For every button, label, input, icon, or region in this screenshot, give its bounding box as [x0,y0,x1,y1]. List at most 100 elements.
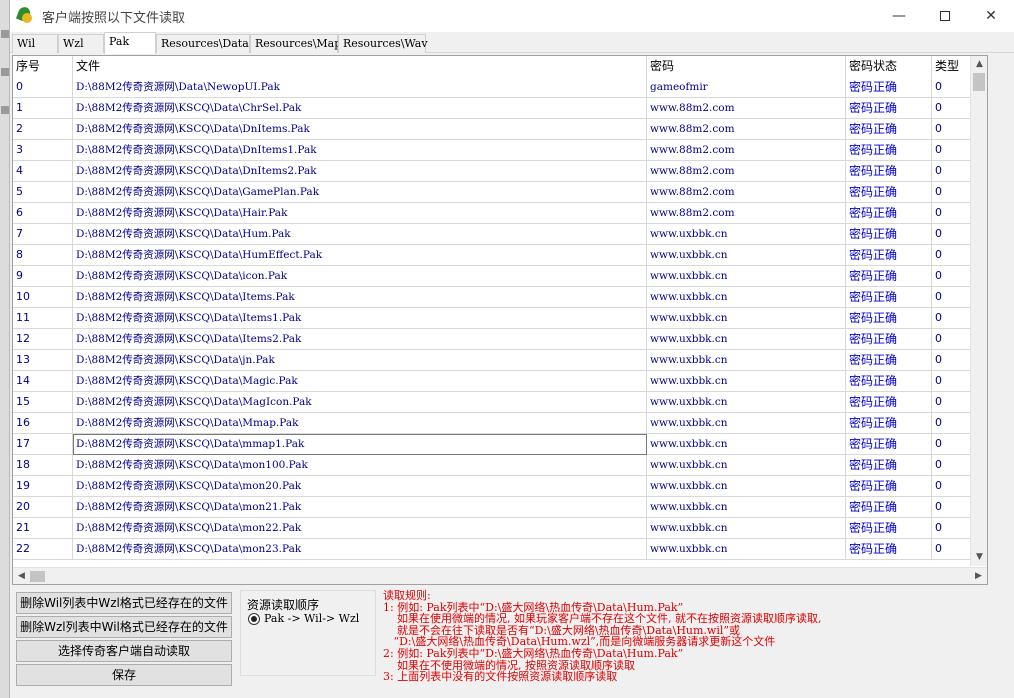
read-order-option[interactable]: Pak -> Wil-> Wzl [248,612,359,625]
row-password[interactable]: www.88m2.com [647,119,846,140]
row-index[interactable]: 9 [13,266,73,287]
scroll-up-icon[interactable]: ▲ [971,56,987,73]
row-password[interactable]: gameofmir [647,77,846,98]
row-password[interactable]: www.uxbbk.cn [647,434,846,455]
row-password-status[interactable]: 密码正确 [846,308,932,329]
row-index[interactable]: 17 [13,434,73,455]
row-password-status[interactable]: 密码正确 [846,455,932,476]
choose-client-button[interactable]: 选择传奇客户端自动读取 [16,640,232,662]
row-password-status[interactable]: 密码正确 [846,392,932,413]
pak-file-table[interactable]: 序号 文件 密码 密码状态 类型 0 D:\88M2传奇资源网\Data\Newo… [12,55,988,585]
row-password[interactable]: www.uxbbk.cn [647,539,846,560]
table-row[interactable]: 15 D:\88M2传奇资源网\KSCQ\Data\MagIcon.Pak www.… [13,392,985,413]
row-index[interactable]: 10 [13,287,73,308]
row-password-status[interactable]: 密码正确 [846,224,932,245]
row-password-status[interactable]: 密码正确 [846,98,932,119]
scroll-down-icon[interactable]: ▼ [971,549,987,566]
row-password-status[interactable]: 密码正确 [846,266,932,287]
row-password[interactable]: www.uxbbk.cn [647,413,846,434]
table-row[interactable]: 14 D:\88M2传奇资源网\KSCQ\Data\Magic.Pak www.ux… [13,371,985,392]
row-index[interactable]: 8 [13,245,73,266]
row-index[interactable]: 6 [13,203,73,224]
row-password-status[interactable]: 密码正确 [846,413,932,434]
radio-selected-icon[interactable] [248,612,260,625]
table-row[interactable]: 0 D:\88M2传奇资源网\Data\NewopUI.Pak gameofmir 密… [13,77,985,98]
header-file[interactable]: 文件 [73,56,647,77]
row-password-status[interactable]: 密码正确 [846,161,932,182]
row-password-status[interactable]: 密码正确 [846,119,932,140]
row-password[interactable]: www.uxbbk.cn [647,392,846,413]
table-row[interactable]: 20 D:\88M2传奇资源网\KSCQ\Data\mon21.Pak www.ux… [13,497,985,518]
row-file[interactable]: D:\88M2传奇资源网\KSCQ\Data\ChrSel.Pak [73,98,647,119]
table-row[interactable]: 3 D:\88M2传奇资源网\KSCQ\Data\DnItems1.Pak www.… [13,140,985,161]
row-password-status[interactable]: 密码正确 [846,371,932,392]
row-password[interactable]: www.uxbbk.cn [647,245,846,266]
vertical-scrollbar[interactable]: ▲ ▼ [970,56,987,566]
table-row[interactable]: 11 D:\88M2传奇资源网\KSCQ\Data\Items1.Pak www.u… [13,308,985,329]
scroll-right-icon[interactable]: ▶ [970,568,987,584]
row-password-status[interactable]: 密码正确 [846,497,932,518]
row-index[interactable]: 15 [13,392,73,413]
row-password[interactable]: www.uxbbk.cn [647,266,846,287]
row-file[interactable]: D:\88M2传奇资源网\KSCQ\Data\mon21.Pak [73,497,647,518]
row-password[interactable]: www.uxbbk.cn [647,476,846,497]
row-password[interactable]: www.uxbbk.cn [647,224,846,245]
row-password[interactable]: www.88m2.com [647,182,846,203]
table-row[interactable]: 19 D:\88M2传奇资源网\KSCQ\Data\mon20.Pak www.ux… [13,476,985,497]
row-password[interactable]: www.88m2.com [647,98,846,119]
row-index[interactable]: 11 [13,308,73,329]
row-index[interactable]: 20 [13,497,73,518]
table-row[interactable]: 4 D:\88M2传奇资源网\KSCQ\Data\DnItems2.Pak www.… [13,161,985,182]
tab-wzl[interactable]: Wzl [58,34,104,53]
table-row[interactable]: 6 D:\88M2传奇资源网\KSCQ\Data\Hair.Pak www.88m2… [13,203,985,224]
row-index[interactable]: 5 [13,182,73,203]
row-password[interactable]: www.uxbbk.cn [647,371,846,392]
row-index[interactable]: 13 [13,350,73,371]
row-index[interactable]: 18 [13,455,73,476]
row-file[interactable]: D:\88M2传奇资源网\KSCQ\Data\Mmap.Pak [73,413,647,434]
maximize-button[interactable] [922,0,968,32]
row-password[interactable]: www.uxbbk.cn [647,350,846,371]
table-row[interactable]: 2 D:\88M2传奇资源网\KSCQ\Data\DnItems.Pak www.8… [13,119,985,140]
row-password-status[interactable]: 密码正确 [846,140,932,161]
row-password-status[interactable]: 密码正确 [846,245,932,266]
row-index[interactable]: 0 [13,77,73,98]
table-row[interactable]: 9 D:\88M2传奇资源网\KSCQ\Data\icon.Pak www.uxbb… [13,266,985,287]
table-row[interactable]: 5 D:\88M2传奇资源网\KSCQ\Data\GamePlan.Pak www.… [13,182,985,203]
row-index[interactable]: 1 [13,98,73,119]
table-row[interactable]: 12 D:\88M2传奇资源网\KSCQ\Data\Items2.Pak www.u… [13,329,985,350]
row-file[interactable]: D:\88M2传奇资源网\KSCQ\Data\mon23.Pak [73,539,647,560]
row-password-status[interactable]: 密码正确 [846,329,932,350]
tab-wil[interactable]: Wil [12,34,58,53]
row-password-status[interactable]: 密码正确 [846,539,932,560]
table-row[interactable]: 10 D:\88M2传奇资源网\KSCQ\Data\Items.Pak www.ux… [13,287,985,308]
header-password-status[interactable]: 密码状态 [846,56,932,77]
table-row[interactable]: 13 D:\88M2传奇资源网\KSCQ\Data\jn.Pak www.uxbbk… [13,350,985,371]
row-file[interactable]: D:\88M2传奇资源网\KSCQ\Data\Items2.Pak [73,329,647,350]
table-row[interactable]: 18 D:\88M2传奇资源网\KSCQ\Data\mon100.Pak www.u… [13,455,985,476]
row-index[interactable]: 19 [13,476,73,497]
row-file[interactable]: D:\88M2传奇资源网\KSCQ\Data\DnItems.Pak [73,119,647,140]
row-index[interactable]: 2 [13,119,73,140]
horizontal-scrollbar[interactable]: ◀ ▶ [13,567,987,584]
row-file[interactable]: D:\88M2传奇资源网\KSCQ\Data\mon22.Pak [73,518,647,539]
row-file[interactable]: D:\88M2传奇资源网\KSCQ\Data\mmap1.Pak [73,434,647,455]
minimize-button[interactable]: — [876,0,922,32]
row-file[interactable]: D:\88M2传奇资源网\KSCQ\Data\jn.Pak [73,350,647,371]
row-password[interactable]: www.uxbbk.cn [647,518,846,539]
row-password[interactable]: www.88m2.com [647,203,846,224]
table-row[interactable]: 7 D:\88M2传奇资源网\KSCQ\Data\Hum.Pak www.uxbbk… [13,224,985,245]
tab-resources-data[interactable]: Resources\Data [156,34,250,53]
row-index[interactable]: 16 [13,413,73,434]
vertical-scroll-thumb[interactable] [973,73,985,91]
row-index[interactable]: 4 [13,161,73,182]
row-password-status[interactable]: 密码正确 [846,518,932,539]
row-password[interactable]: www.uxbbk.cn [647,455,846,476]
close-button[interactable]: ✕ [968,0,1014,32]
row-password-status[interactable]: 密码正确 [846,350,932,371]
row-password[interactable]: www.uxbbk.cn [647,287,846,308]
table-row[interactable]: 17 D:\88M2传奇资源网\KSCQ\Data\mmap1.Pak www.ux… [13,434,985,455]
row-index[interactable]: 12 [13,329,73,350]
header-password[interactable]: 密码 [647,56,846,77]
row-password[interactable]: www.uxbbk.cn [647,329,846,350]
